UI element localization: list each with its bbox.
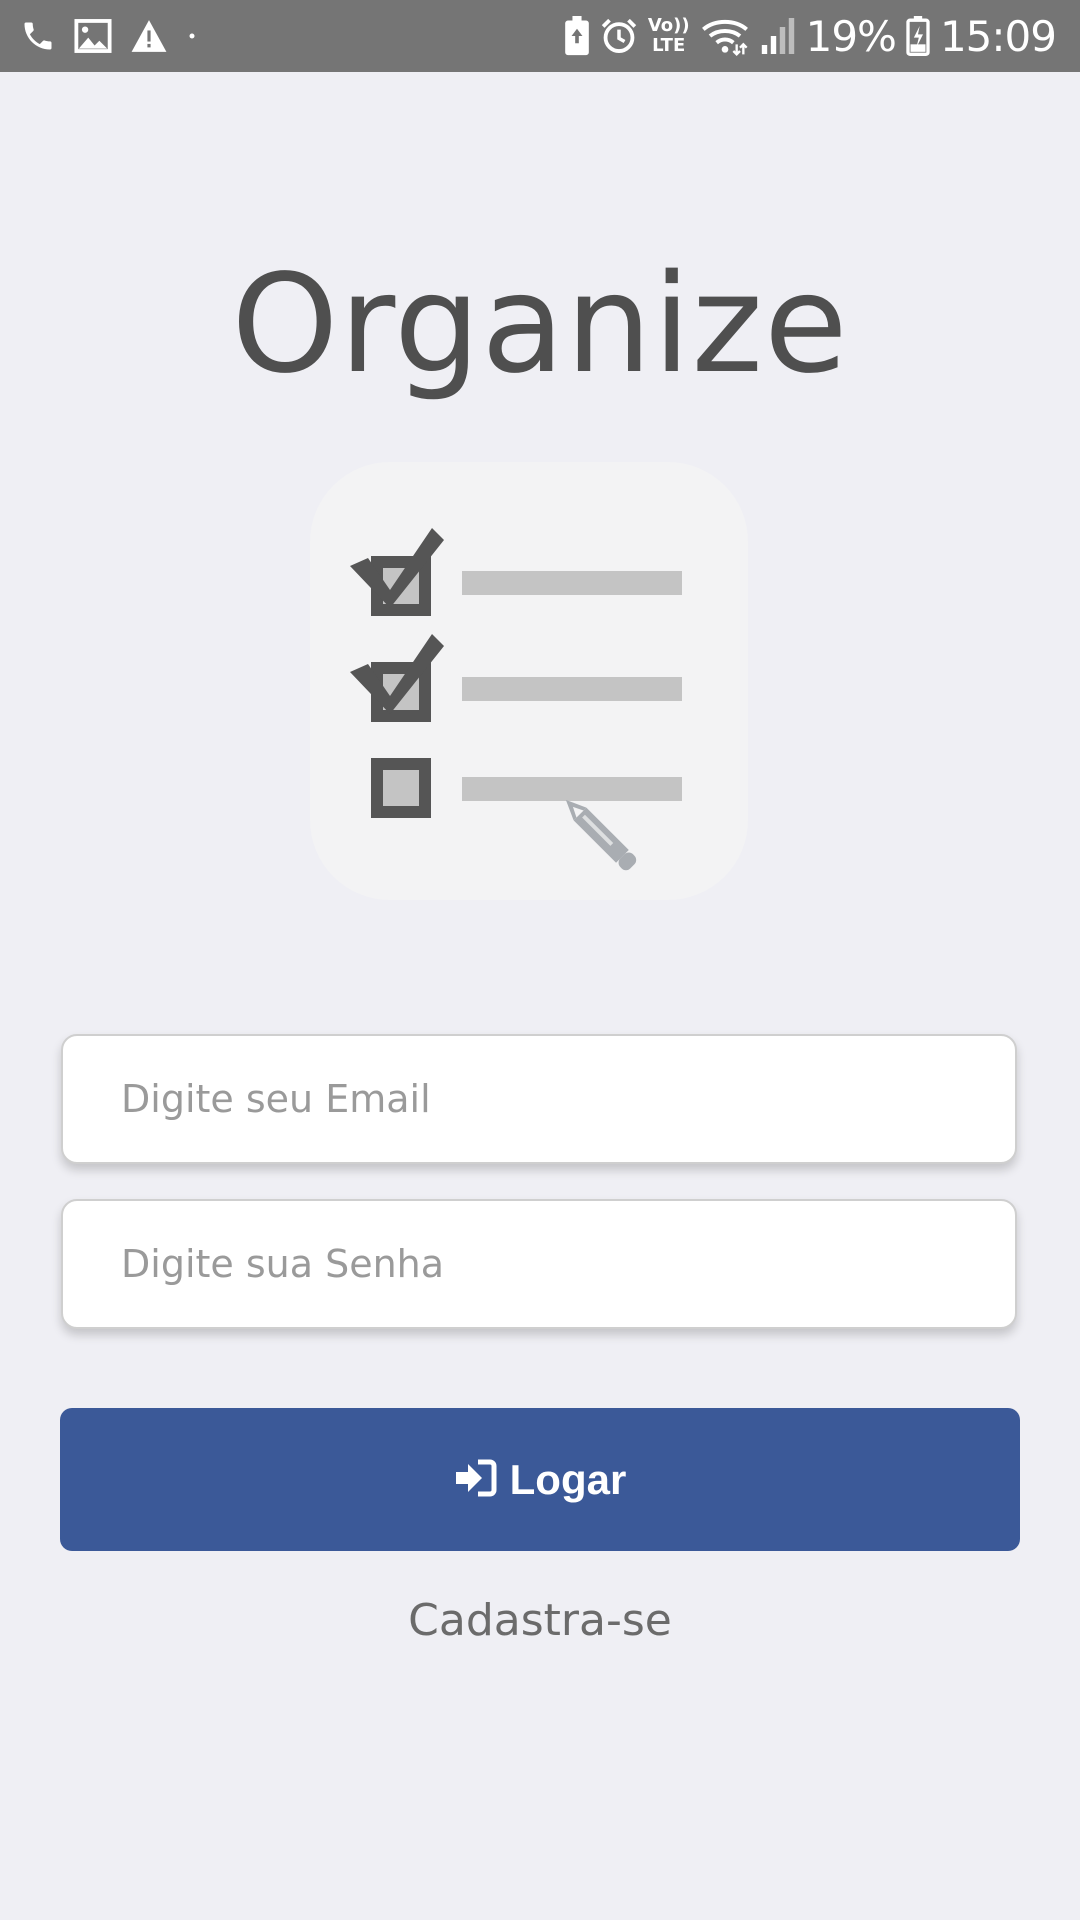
app-title: Organize [231, 246, 849, 404]
battery-charging-icon [906, 16, 930, 56]
sign-in-icon [454, 1458, 498, 1501]
status-left-icons [20, 14, 198, 58]
signup-link[interactable]: Cadastra-se [0, 1595, 1080, 1646]
password-input[interactable] [63, 1201, 1015, 1327]
email-field[interactable] [61, 1034, 1017, 1164]
signal-icon [760, 16, 796, 56]
volte-label-top: Vo)) [647, 15, 690, 36]
alarm-icon [600, 16, 638, 56]
login-button[interactable]: Logar [60, 1408, 1020, 1551]
warning-icon [130, 18, 168, 54]
volte-icon: Vo)) LTE [648, 16, 690, 56]
status-right-icons: Vo)) LTE 19% 15:09 [564, 10, 1057, 62]
phone-icon [20, 18, 56, 54]
password-field[interactable] [61, 1199, 1017, 1329]
dot-icon [186, 30, 198, 42]
email-input[interactable] [63, 1036, 1015, 1162]
status-bar: Vo)) LTE 19% 15:09 [0, 0, 1080, 72]
battery-saver-icon [564, 16, 590, 56]
battery-percent: 19% [805, 11, 897, 61]
checklist-icon [310, 462, 748, 900]
clock-time: 15:09 [939, 11, 1057, 61]
volte-label-bottom: LTE [652, 35, 686, 56]
image-icon [74, 18, 112, 54]
wifi-icon [700, 16, 750, 56]
login-label: Logar [509, 1455, 627, 1503]
